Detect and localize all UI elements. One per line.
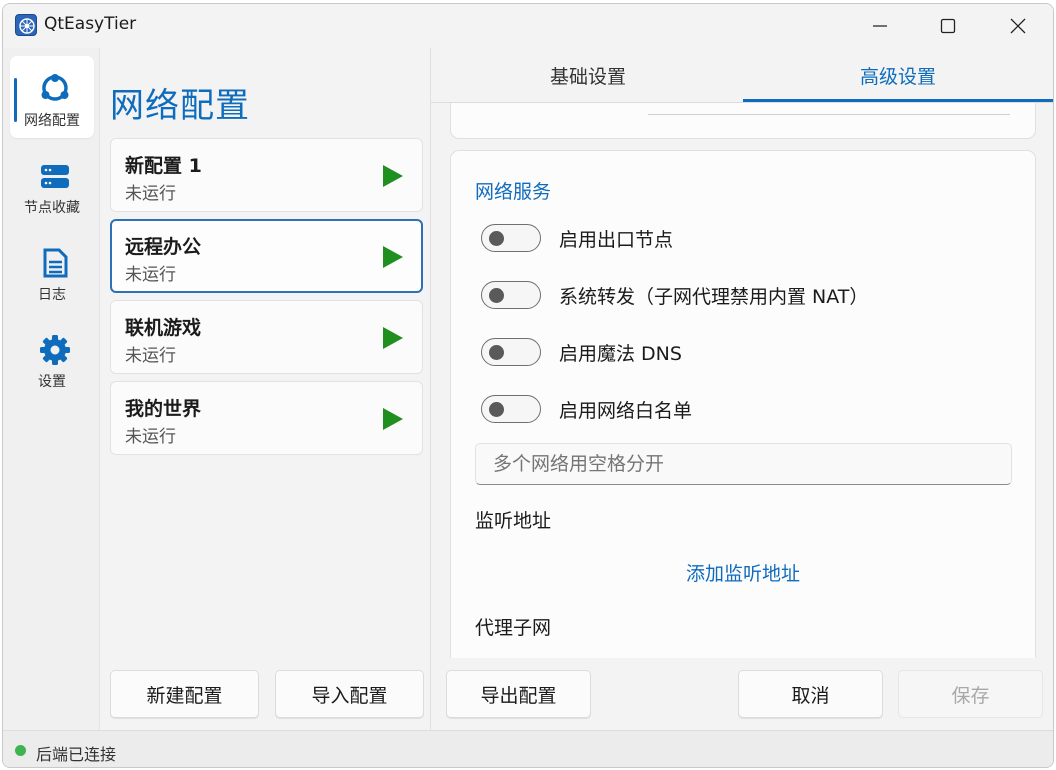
nav-item-network-config[interactable]: 网络配置 [10, 56, 94, 138]
close-button[interactable] [983, 4, 1053, 48]
play-icon[interactable] [383, 246, 403, 268]
maximize-button[interactable] [913, 4, 983, 48]
exit-node-toggle[interactable] [481, 224, 541, 252]
previous-section-card [450, 103, 1036, 139]
network-config-icon [41, 74, 69, 101]
toggle-label: 启用魔法 DNS [559, 343, 682, 365]
page-title: 网络配置 [110, 86, 250, 126]
listen-address-heading: 监听地址 [475, 510, 552, 532]
toggle-label: 启用出口节点 [559, 229, 674, 251]
import-config-button[interactable]: 导入配置 [275, 670, 424, 718]
add-listen-address-link[interactable]: 添加监听地址 [451, 559, 1035, 586]
server-icon [41, 165, 69, 188]
config-card[interactable]: 新配置 1 未运行 [110, 138, 423, 212]
title-bar: QtEasyTier [3, 4, 1053, 48]
config-name: 联机游戏 [125, 317, 202, 339]
nav-label: 网络配置 [24, 113, 80, 129]
system-forwarding-toggle[interactable] [481, 281, 541, 309]
settings-scroll-area[interactable]: 网络服务 启用出口节点 系统转发（子网代理禁用内置 NAT） 启用魔法 DNS … [431, 103, 1053, 658]
network-whitelist-input[interactable] [475, 443, 1012, 485]
gear-icon [40, 335, 70, 365]
toggle-label: 启用网络白名单 [559, 400, 693, 422]
cancel-button[interactable]: 取消 [738, 670, 883, 718]
section-title: 网络服务 [475, 181, 552, 203]
side-navigation: 网络配置 节点收藏 日志 设置 [3, 48, 99, 730]
config-name: 我的世界 [125, 398, 202, 420]
nav-item-log[interactable]: 日志 [10, 230, 94, 312]
save-button[interactable]: 保存 [898, 670, 1043, 718]
app-window: QtEasyTier 网络配置 节点收藏 日志 设置 网络配置 新配置 1 未运… [2, 3, 1054, 768]
network-services-card: 网络服务 启用出口节点 系统转发（子网代理禁用内置 NAT） 启用魔法 DNS … [450, 150, 1036, 658]
log-document-icon [43, 248, 68, 278]
new-config-button[interactable]: 新建配置 [110, 670, 259, 718]
config-card[interactable]: 联机游戏 未运行 [110, 300, 423, 374]
config-name: 新配置 1 [125, 155, 202, 177]
maximize-icon [940, 18, 956, 34]
input-underline [648, 114, 1010, 115]
toggle-label: 系统转发（子网代理禁用内置 NAT） [559, 286, 869, 308]
window-title: QtEasyTier [44, 14, 137, 34]
close-icon [1010, 18, 1026, 34]
tab-basic-settings[interactable]: 基础设置 [433, 62, 743, 89]
nav-label: 日志 [38, 287, 66, 303]
config-status: 未运行 [125, 184, 176, 204]
proxy-subnet-heading: 代理子网 [475, 617, 552, 639]
status-bar: 后端已连接 [3, 730, 1053, 767]
config-list-panel: 网络配置 新配置 1 未运行 远程办公 未运行 联机游戏 未运行 我的世界 未运… [99, 48, 430, 730]
play-icon[interactable] [383, 327, 403, 349]
config-card-selected[interactable]: 远程办公 未运行 [110, 219, 423, 293]
nav-label: 节点收藏 [24, 200, 80, 216]
play-icon[interactable] [383, 408, 403, 430]
network-whitelist-toggle[interactable] [481, 395, 541, 423]
magic-dns-toggle[interactable] [481, 338, 541, 366]
config-card[interactable]: 我的世界 未运行 [110, 381, 423, 455]
nav-item-node-favorites[interactable]: 节点收藏 [10, 143, 94, 225]
config-status: 未运行 [125, 265, 176, 285]
nav-item-settings[interactable]: 设置 [10, 317, 94, 399]
connection-status-text: 后端已连接 [36, 745, 117, 764]
minimize-button[interactable] [845, 4, 915, 48]
config-name: 远程办公 [125, 236, 202, 258]
settings-panel: 基础设置 高级设置 网络服务 启用出口节点 系统转发（子网代理禁用内置 NAT） [430, 48, 1053, 730]
config-status: 未运行 [125, 427, 176, 447]
minimize-icon [873, 25, 887, 27]
export-config-button[interactable]: 导出配置 [446, 670, 591, 718]
nav-label: 设置 [38, 374, 66, 390]
play-icon[interactable] [383, 165, 403, 187]
config-status: 未运行 [125, 346, 176, 366]
app-logo-icon [15, 14, 37, 36]
connection-status-icon [15, 745, 26, 756]
tab-advanced-settings[interactable]: 高级设置 [743, 62, 1053, 89]
